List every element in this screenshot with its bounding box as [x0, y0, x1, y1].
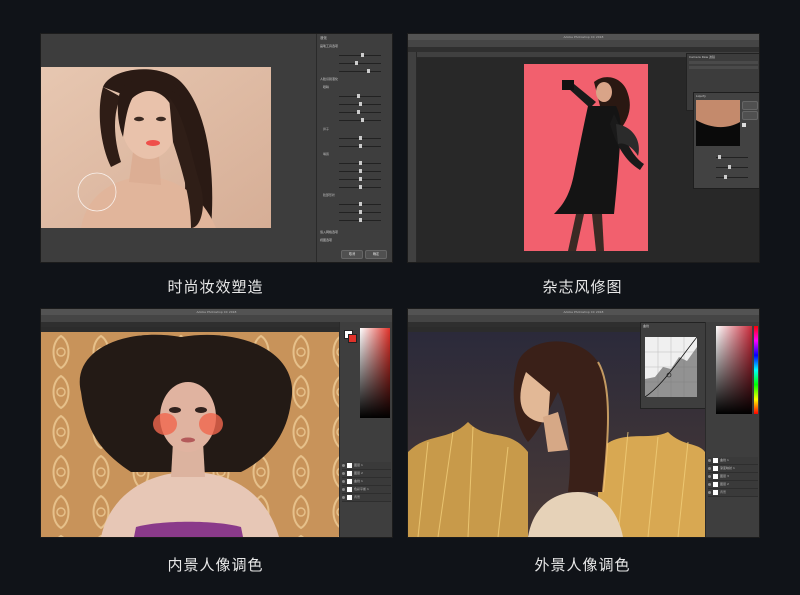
dialog-slider-3[interactable]: [698, 173, 756, 180]
layer-row[interactable]: 图层 1: [342, 462, 391, 470]
slider-eye-height[interactable]: [321, 100, 389, 107]
section-header-view[interactable]: 视图选项: [320, 238, 332, 242]
eye-icon[interactable]: [708, 491, 711, 494]
slider-eye-tilt[interactable]: [321, 116, 389, 123]
caption-indoor-grading: 内景人像调色: [167, 556, 264, 574]
liquify-dialog: Liquify: [693, 92, 759, 189]
layer-row[interactable]: 背景: [342, 494, 391, 502]
slider-brush-pressure[interactable]: [321, 67, 389, 74]
layer-row[interactable]: 背景: [708, 489, 758, 497]
ok-button[interactable]: 确定: [365, 250, 387, 259]
eye-icon[interactable]: [708, 467, 711, 470]
slider-upper-lip[interactable]: [321, 167, 389, 174]
dialog-slider-1[interactable]: [698, 153, 756, 160]
dialog-title: Camera Raw 滤镜: [689, 55, 715, 59]
card-outdoor-grading: Adobe Photoshop CC 2018 曲线 曲线 1 渐变映射 1 图…: [407, 308, 760, 538]
layer-row[interactable]: 图层 3: [708, 473, 758, 481]
hue-strip[interactable]: [754, 326, 758, 414]
layer-row[interactable]: 曲线 1: [708, 457, 758, 465]
dialog-slider-2[interactable]: [698, 163, 756, 170]
section-header-eyes[interactable]: 眼睛: [323, 85, 329, 89]
slider-mouth-width[interactable]: [321, 183, 389, 190]
caption-fashion-makeup: 时尚妆效塑造: [167, 278, 264, 296]
slider-smile[interactable]: [321, 159, 389, 166]
slider-nose-height[interactable]: [321, 134, 389, 141]
eye-icon[interactable]: [708, 483, 711, 486]
curves-title: 曲线: [643, 324, 650, 328]
layer-row[interactable]: 图层 2: [342, 470, 391, 478]
liquify-title: Liquify: [696, 94, 706, 98]
liquify-panel: 液化 画笔工具选项 人脸识别液化 眼睛 鼻子 嘴唇 脸部形状 载入网格选项 视图…: [316, 34, 392, 262]
caption-outdoor-grading: 外景人像调色: [534, 556, 631, 574]
section-header-face[interactable]: 人脸识别液化: [320, 77, 338, 81]
eye-icon[interactable]: [342, 480, 345, 483]
preview-skin: [696, 100, 740, 146]
slider-nose-width[interactable]: [321, 142, 389, 149]
slider-eye-size[interactable]: [321, 92, 389, 99]
section-header-mesh[interactable]: 载入网格选项: [320, 230, 338, 234]
eye-icon[interactable]: [708, 475, 711, 478]
color-field[interactable]: [716, 326, 752, 414]
slider-brush-density[interactable]: [321, 59, 389, 66]
toolbar[interactable]: [408, 52, 417, 262]
canvas-area[interactable]: [41, 34, 316, 262]
slider-forehead[interactable]: [321, 200, 389, 207]
card-magazine-retouch: Adobe Photoshop CC 2018 Camera Raw 滤镜 Li…: [407, 33, 760, 263]
cancel-button[interactable]: 取消: [341, 250, 363, 259]
section-header-brush[interactable]: 画笔工具选项: [320, 44, 338, 48]
color-field[interactable]: [360, 328, 390, 418]
layer-row[interactable]: 曲线 1: [342, 478, 391, 486]
preview-checkbox[interactable]: [742, 123, 746, 127]
indoor-portrait-photo: [41, 332, 339, 537]
curves-graph[interactable]: [645, 337, 697, 397]
slider-eye-width[interactable]: [321, 108, 389, 115]
card-fashion-makeup: 液化 画笔工具选项 人脸识别液化 眼睛 鼻子 嘴唇 脸部形状 载入网格选项 视图…: [40, 33, 393, 263]
magazine-photo: [524, 64, 648, 251]
layer-row[interactable]: 渐变映射 1: [708, 465, 758, 473]
layers-panel: 曲线 1 渐变映射 1 图层 3 图层 2 背景: [705, 417, 759, 537]
color-picker-panel[interactable]: [705, 322, 759, 417]
layer-row[interactable]: 色彩平衡 1: [342, 486, 391, 494]
eye-icon[interactable]: [342, 488, 345, 491]
dialog-cancel-button[interactable]: [742, 111, 758, 120]
background-swatch[interactable]: [348, 334, 357, 343]
card-indoor-grading: Adobe Photoshop CC 2018 图层 1 图层 2 曲线 1 色…: [40, 308, 393, 538]
slider-chin[interactable]: [321, 208, 389, 215]
section-header-nose[interactable]: 鼻子: [323, 127, 329, 131]
slider-lower-lip[interactable]: [321, 175, 389, 182]
color-picker-panel[interactable]: [339, 322, 392, 422]
layers-panel: 图层 1 图层 2 曲线 1 色彩平衡 1 背景: [339, 422, 392, 537]
layer-row[interactable]: 图层 2: [708, 481, 758, 489]
slider-jaw[interactable]: [321, 216, 389, 223]
section-header-lips[interactable]: 嘴唇: [323, 152, 329, 156]
eye-icon[interactable]: [342, 496, 345, 499]
curves-panel: 曲线: [640, 322, 707, 409]
caption-magazine-retouch: 杂志风修图: [542, 278, 623, 296]
eye-icon[interactable]: [342, 472, 345, 475]
dialog-ok-button[interactable]: [742, 101, 758, 110]
slider-brush-size[interactable]: [321, 51, 389, 58]
panel-title: 液化: [320, 36, 327, 40]
eye-icon[interactable]: [342, 464, 345, 467]
eye-icon[interactable]: [708, 459, 711, 462]
portrait-photo: [41, 67, 271, 228]
section-header-face-shape[interactable]: 脸部形状: [323, 193, 335, 197]
